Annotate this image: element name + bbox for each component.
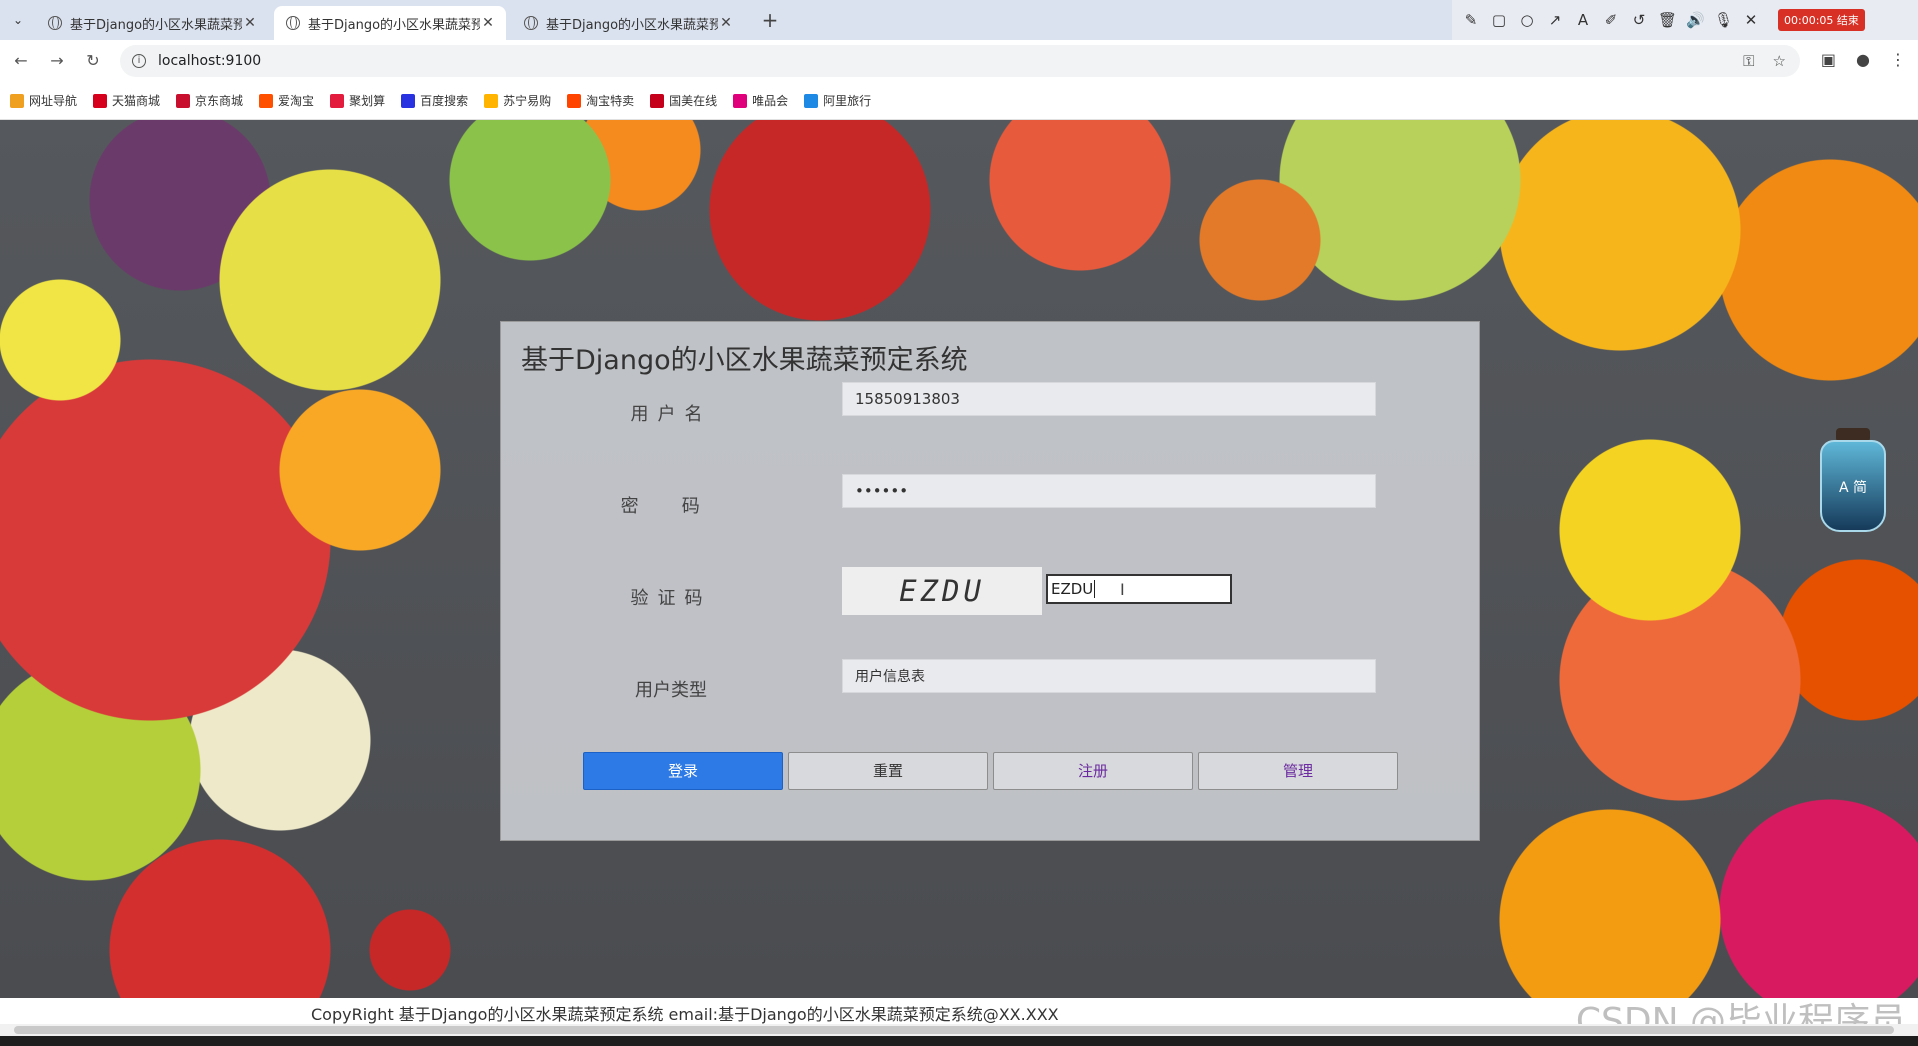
tab-search-chevron-icon[interactable]: ⌄ xyxy=(6,8,30,32)
bookmark-favicon-icon xyxy=(804,93,819,108)
bookmark-item[interactable]: 聚划算 xyxy=(330,92,385,109)
menu-dots-icon[interactable]: ⋮ xyxy=(1890,50,1906,69)
tab-close-icon[interactable]: ✕ xyxy=(480,15,496,31)
bookmark-label: 京东商城 xyxy=(195,94,244,108)
bookmark-item[interactable]: 京东商城 xyxy=(176,92,243,109)
login-button[interactable]: 登录 xyxy=(583,752,783,790)
admin-button[interactable]: 管理 xyxy=(1198,752,1398,790)
tab-title: 基于Django的小区水果蔬菜预定 xyxy=(308,17,480,33)
browser-tab-3[interactable]: 基于Django的小区水果蔬菜预定 ✕ xyxy=(512,6,744,40)
tab-strip: ⌄ 基于Django的小区水果蔬菜预定 ✕ 基于Django的小区水果蔬菜预定 … xyxy=(0,0,1918,40)
horizontal-scrollbar[interactable] xyxy=(0,1024,1918,1036)
bookmark-item[interactable]: 唯品会 xyxy=(733,92,788,109)
globe-icon xyxy=(48,16,62,30)
new-tab-button[interactable]: + xyxy=(758,6,782,34)
captcha-input[interactable]: EZDU I xyxy=(1046,574,1232,604)
captcha-image[interactable]: EZDU xyxy=(842,567,1042,615)
bookmark-item[interactable]: 百度搜索 xyxy=(401,92,468,109)
url-text[interactable]: localhost:9100 xyxy=(158,53,261,69)
username-input[interactable]: 15850913803 xyxy=(842,382,1376,416)
username-label: 用户名 xyxy=(630,404,712,425)
pen-icon[interactable]: ✎ xyxy=(1462,11,1480,29)
mic-muted-icon[interactable]: 🎙 xyxy=(1714,11,1733,29)
bookmark-item[interactable]: 国美在线 xyxy=(650,92,717,109)
usertype-label: 用户类型 xyxy=(635,680,707,701)
close-icon[interactable]: ✕ xyxy=(1742,11,1760,29)
bookmark-favicon-icon xyxy=(176,93,191,108)
fruit-background: A 简 基于Django的小区水果蔬菜预定系统 用户名 15850913803 … xyxy=(0,120,1918,998)
bookmark-label: 淘宝特卖 xyxy=(586,94,635,108)
trash-icon[interactable]: 🗑 xyxy=(1658,11,1677,29)
system-title: 基于Django的小区水果蔬菜预定系统 xyxy=(521,345,968,376)
bookmark-item[interactable]: 爱淘宝 xyxy=(259,92,314,109)
bookmarks-bar: 网址导航 天猫商城 京东商城 爱淘宝 聚划算 百度搜索 苏宁易购 淘宝特卖 国美在线 唯品会 阿里旅… xyxy=(0,82,1918,120)
password-label: 密码 xyxy=(620,496,743,517)
forward-arrow-icon[interactable]: → xyxy=(46,50,68,72)
bookmark-star-icon[interactable]: ☆ xyxy=(1773,52,1786,70)
captcha-label: 验证码 xyxy=(630,588,712,609)
text-tool-icon[interactable]: A xyxy=(1574,11,1592,29)
tab-title: 基于Django的小区水果蔬菜预定 xyxy=(70,17,242,33)
browser-tab-2-active[interactable]: 基于Django的小区水果蔬菜预定 ✕ xyxy=(274,6,506,40)
globe-icon xyxy=(524,16,538,30)
profile-avatar-icon[interactable]: ● xyxy=(1856,50,1870,69)
recording-timer-badge[interactable]: 00:00:05 结束 xyxy=(1778,9,1865,31)
bookmark-item[interactable]: 苏宁易购 xyxy=(484,92,551,109)
bookmark-favicon-icon xyxy=(650,93,665,108)
bookmark-label: 阿里旅行 xyxy=(823,94,872,108)
bookmark-favicon-icon xyxy=(484,93,499,108)
address-bar[interactable]: i localhost:9100 ⚿ ☆ xyxy=(120,45,1800,77)
key-icon[interactable]: ⚿ xyxy=(1743,52,1754,70)
tab-close-icon[interactable]: ✕ xyxy=(718,15,734,31)
scrollbar-thumb[interactable] xyxy=(14,1026,1894,1034)
ibeam-cursor-icon: I xyxy=(1120,580,1125,599)
os-taskbar xyxy=(0,1036,1918,1046)
bookmark-label: 唯品会 xyxy=(752,94,789,108)
bookmark-label: 百度搜索 xyxy=(420,94,469,108)
translate-jar-widget[interactable]: A 简 xyxy=(1820,440,1886,532)
copyright-text: CopyRight 基于Django的小区水果蔬菜预定系统 email:基于Dj… xyxy=(311,1005,1059,1024)
site-info-icon[interactable]: i xyxy=(132,54,146,68)
back-arrow-icon[interactable]: ← xyxy=(10,50,32,72)
password-input[interactable]: •••••• xyxy=(842,474,1376,508)
bookmark-favicon-icon xyxy=(259,93,274,108)
tab-close-icon[interactable]: ✕ xyxy=(242,15,258,31)
register-button[interactable]: 注册 xyxy=(993,752,1193,790)
circle-icon[interactable]: ○ xyxy=(1518,11,1536,29)
bookmark-item[interactable]: 淘宝特卖 xyxy=(567,92,634,109)
browser-tab-1[interactable]: 基于Django的小区水果蔬菜预定 ✕ xyxy=(36,6,268,40)
bookmark-label: 天猫商城 xyxy=(112,94,161,108)
usertype-select[interactable]: 用户信息表 xyxy=(842,659,1376,693)
captcha-input-value: EZDU xyxy=(1051,580,1094,598)
bookmark-label: 苏宁易购 xyxy=(503,94,552,108)
bookmark-favicon-icon xyxy=(93,93,108,108)
bookmark-label: 聚划算 xyxy=(349,94,386,108)
navigation-bar: ← → ↻ i localhost:9100 ⚿ ☆ ▣ ● ⋮ xyxy=(0,40,1918,82)
bookmark-item[interactable]: 阿里旅行 xyxy=(804,92,871,109)
bookmark-favicon-icon xyxy=(401,93,416,108)
bookmark-favicon-icon xyxy=(330,93,345,108)
reset-button[interactable]: 重置 xyxy=(788,752,988,790)
login-panel: 基于Django的小区水果蔬菜预定系统 用户名 15850913803 密码 •… xyxy=(500,321,1480,841)
sidebar-icon[interactable]: ▣ xyxy=(1821,50,1836,69)
bookmark-label: 爱淘宝 xyxy=(278,94,315,108)
bookmark-label: 国美在线 xyxy=(669,94,718,108)
globe-icon xyxy=(286,16,300,30)
speaker-icon[interactable]: 🔊 xyxy=(1686,11,1705,29)
annotation-toolbar: ✎ ▢ ○ ↗ A ✐ ↺ 🗑 🔊 🎙 ✕ 00:00:05 结束 xyxy=(1452,0,1918,40)
tab-title: 基于Django的小区水果蔬菜预定 xyxy=(546,17,718,33)
arrow-icon[interactable]: ↗ xyxy=(1546,11,1564,29)
rectangle-icon[interactable]: ▢ xyxy=(1490,11,1508,29)
bookmark-item[interactable]: 网址导航 xyxy=(10,92,77,109)
bookmark-label: 网址导航 xyxy=(29,94,78,108)
bookmark-favicon-icon xyxy=(10,93,24,108)
highlighter-icon[interactable]: ✐ xyxy=(1602,11,1620,29)
reload-icon[interactable]: ↻ xyxy=(82,50,104,72)
text-caret xyxy=(1094,580,1096,598)
undo-icon[interactable]: ↺ xyxy=(1630,11,1648,29)
bookmark-favicon-icon xyxy=(567,93,582,108)
bookmark-favicon-icon xyxy=(733,93,748,108)
bookmark-item[interactable]: 天猫商城 xyxy=(93,92,160,109)
